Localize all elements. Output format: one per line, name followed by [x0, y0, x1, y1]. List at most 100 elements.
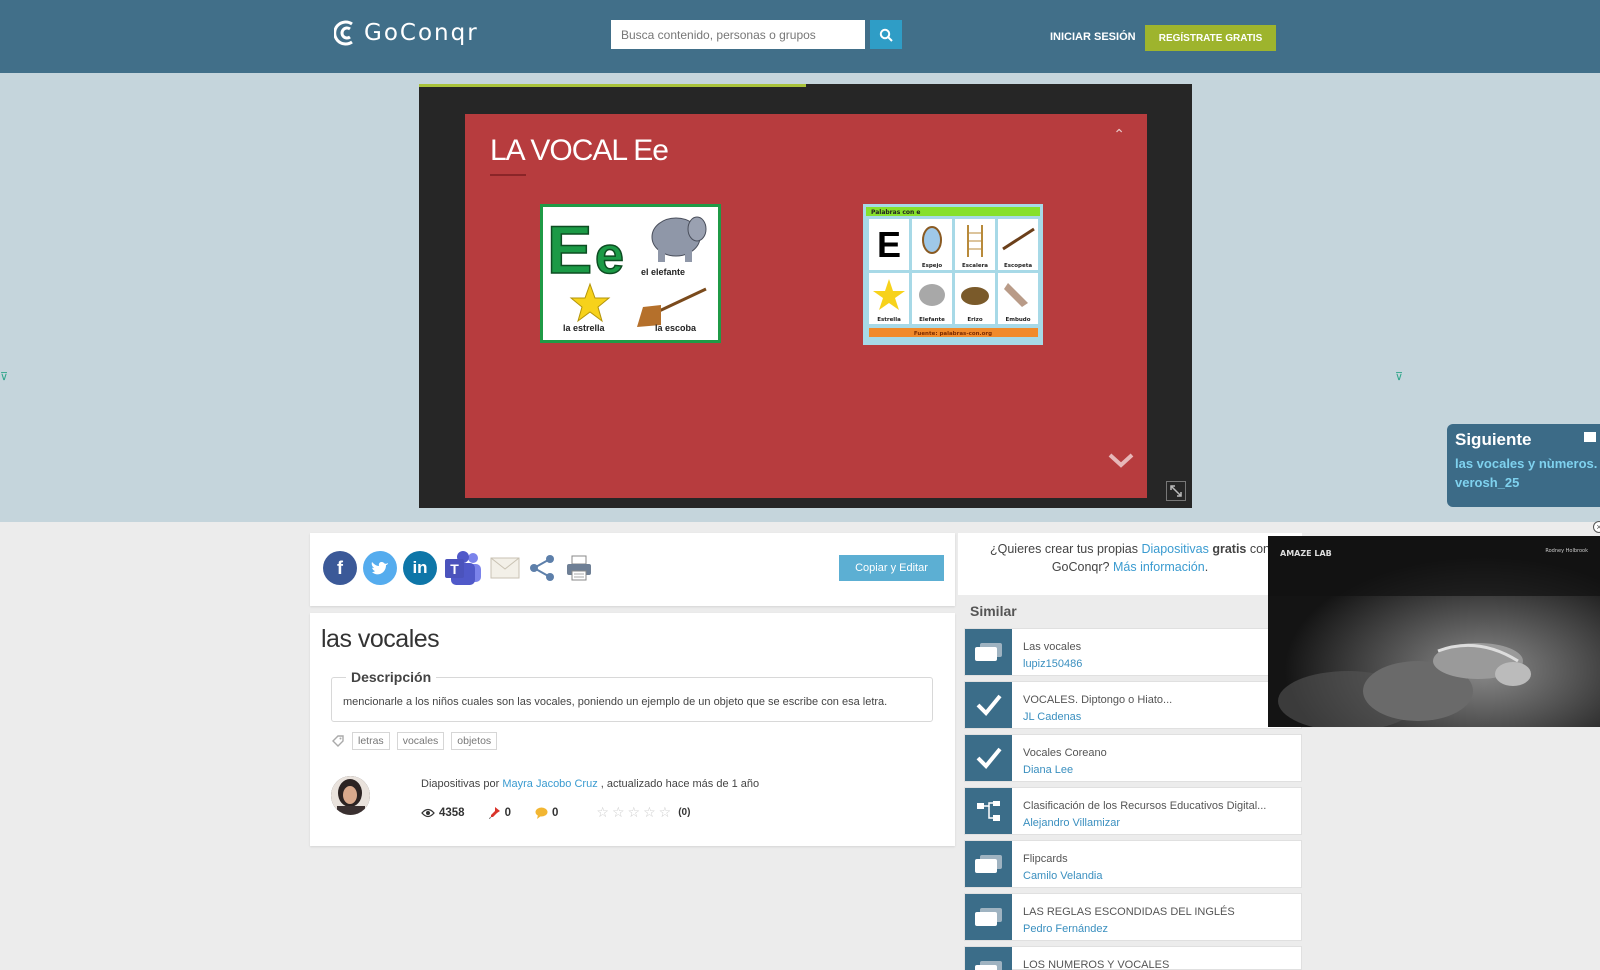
svg-text:T: T — [450, 561, 459, 577]
views-stat: 4358 — [421, 807, 465, 819]
slides-icon — [965, 947, 1012, 970]
similar-item[interactable]: Clasificación de los Recursos Educativos… — [964, 787, 1302, 835]
svg-text:e: e — [595, 227, 624, 285]
goconqr-logo[interactable]: GoConqr — [334, 18, 479, 48]
slide-progress-bar — [419, 84, 806, 87]
star-icon[interactable]: ☆ — [596, 804, 609, 821]
svg-text:E: E — [547, 212, 592, 288]
goconqr-logo-icon — [334, 20, 353, 46]
slides-icon — [965, 841, 1012, 887]
vocal-e-illustration: E e el elefante la estrella la escoba — [543, 207, 718, 340]
next-item-link[interactable]: las vocales y nùmeros. — [1455, 456, 1597, 471]
similar-item-author[interactable]: JL Cadenas — [1023, 711, 1081, 723]
facebook-icon[interactable]: f — [323, 551, 357, 585]
resource-info-panel: las vocales Descripción mencionarle a lo… — [310, 613, 955, 846]
rating-count: (0) — [678, 807, 691, 818]
ad-brand: AMAZE LAB — [1280, 549, 1332, 558]
similar-item[interactable]: LOS NUMEROS Y VOCALES — [964, 946, 1302, 970]
linkedin-icon[interactable]: in — [403, 551, 437, 585]
copy-edit-button[interactable]: Copiar y Editar — [839, 555, 944, 581]
comments-stat: 0 — [535, 807, 558, 819]
search-input[interactable] — [611, 20, 865, 49]
author-avatar[interactable] — [331, 776, 370, 815]
right-edge-marker-icon: ⊽ — [1395, 371, 1404, 383]
logo-text: GoConqr — [364, 20, 479, 46]
tag-list: letras vocales objetos — [331, 732, 498, 750]
similar-item[interactable]: Vocales Coreano Diana Lee — [964, 734, 1302, 782]
svg-text:Escopeta: Escopeta — [1004, 263, 1032, 269]
svg-text:Escalera: Escalera — [962, 263, 988, 269]
print-icon[interactable] — [563, 551, 595, 585]
slide-up-chevron-icon[interactable]: ⌃ — [1113, 126, 1125, 143]
tag-item[interactable]: vocales — [396, 732, 445, 750]
description-text: mencionarle a los niños cuales son las v… — [343, 696, 888, 708]
signup-button[interactable]: REGÍSTRATE GRATIS — [1145, 25, 1276, 51]
similar-item-title[interactable]: LAS REGLAS ESCONDIDAS DEL INGLÉS — [1023, 906, 1235, 918]
tag-item[interactable]: letras — [352, 732, 390, 750]
similar-item-title[interactable]: Vocales Coreano — [1023, 747, 1107, 759]
slides-icon — [965, 894, 1012, 940]
star-icon[interactable]: ☆ — [628, 804, 641, 821]
similar-item-title[interactable]: Flipcards — [1023, 853, 1068, 865]
slide-viewer[interactable]: LA VOCAL Ee ⌃ E e el elefante la estrell… — [419, 84, 1192, 508]
share-icons: f in T — [323, 551, 595, 585]
share-icon[interactable] — [527, 551, 557, 585]
twitter-icon[interactable] — [363, 551, 397, 585]
similar-item-author[interactable]: Pedro Fernández — [1023, 923, 1108, 935]
word-elefante: el elefante — [641, 267, 685, 277]
video-ad[interactable]: AMAZE LAB Rodney Holbrook — [1268, 536, 1600, 727]
similar-item-author[interactable]: Camilo Velandia — [1023, 870, 1103, 882]
star-icon[interactable]: ☆ — [659, 804, 672, 821]
expand-icon — [1170, 485, 1182, 497]
slides-icon — [965, 629, 1012, 675]
slide-title: LA VOCAL Ee — [490, 134, 669, 167]
palabras-con-e-image: Palabras con e E Espejo Escalera Escopet… — [863, 204, 1043, 345]
tag-icon — [332, 735, 344, 747]
similar-item[interactable]: Flipcards Camilo Velandia — [964, 840, 1302, 888]
promo-type-link[interactable]: Diapositivas — [1141, 542, 1208, 556]
title-underline — [490, 174, 526, 176]
slide-down-chevron-icon[interactable] — [1107, 452, 1135, 473]
similar-item-title[interactable]: Clasificación de los Recursos Educativos… — [1023, 800, 1266, 812]
similar-heading: Similar — [970, 603, 1017, 619]
similar-item-author[interactable]: lupiz150486 — [1023, 658, 1082, 670]
next-item-author[interactable]: verosh_25 — [1455, 475, 1592, 490]
rating-stars[interactable]: ☆ ☆ ☆ ☆ ☆ (0) — [596, 804, 690, 821]
resource-stats: 4358 0 0 ☆ ☆ ☆ ☆ ☆ (0) — [421, 804, 690, 821]
description-box: Descripción mencionarle a los niños cual… — [331, 669, 933, 722]
next-resource-box[interactable]: Siguiente las vocales y nùmeros. verosh_… — [1447, 424, 1600, 507]
svg-text:Elefante: Elefante — [919, 317, 945, 323]
similar-item-title[interactable]: LOS NUMEROS Y VOCALES — [1023, 959, 1169, 970]
tag-item[interactable]: objetos — [451, 732, 498, 750]
ad-video-frame: AMAZE LAB Rodney Holbrook — [1268, 536, 1600, 727]
share-panel: f in T Copiar y Editar — [310, 533, 955, 606]
search-icon — [879, 28, 893, 42]
similar-item[interactable]: VOCALES. Diptongo o Hiato... JL Cadenas — [964, 681, 1302, 729]
star-icon[interactable]: ☆ — [612, 804, 625, 821]
similar-item[interactable]: Las vocales lupiz150486 — [964, 628, 1302, 676]
pins-stat: 0 — [488, 806, 511, 819]
email-icon[interactable] — [489, 551, 521, 585]
similar-item-title[interactable]: VOCALES. Diptongo o Hiato... — [1023, 694, 1172, 706]
similar-item-author[interactable]: Alejandro Villamizar — [1023, 817, 1120, 829]
star-icon[interactable]: ☆ — [643, 804, 656, 821]
left-edge-marker-icon: ⊽ — [0, 371, 9, 383]
author-link[interactable]: Mayra Jacobo Cruz — [502, 778, 597, 790]
current-slide: LA VOCAL Ee ⌃ E e el elefante la estrell… — [465, 114, 1147, 498]
palabras-con-e-grid: Palabras con e E Espejo Escalera Escopet… — [866, 207, 1040, 337]
login-link[interactable]: INICIAR SESIÓN — [1050, 31, 1136, 43]
search-button[interactable] — [870, 20, 902, 49]
eye-icon — [421, 808, 435, 817]
grid-cell-letter: E — [877, 224, 901, 265]
similar-item-author[interactable]: Diana Lee — [1023, 764, 1073, 776]
author-meta: Diapositivas por Mayra Jacobo Cruz , act… — [421, 778, 760, 790]
next-toggle-icon[interactable] — [1584, 432, 1596, 442]
similar-item[interactable]: LAS REGLAS ESCONDIDAS DEL INGLÉS Pedro Fe… — [964, 893, 1302, 941]
teams-icon[interactable]: T — [443, 551, 483, 585]
more-info-link[interactable]: Más información — [1113, 560, 1205, 574]
ad-close-icon[interactable]: × — [1593, 521, 1600, 533]
create-promo: ¿Quieres crear tus propias Diapositivas … — [958, 533, 1302, 595]
mindmap-icon — [965, 788, 1012, 834]
similar-item-title[interactable]: Las vocales — [1023, 641, 1081, 653]
fullscreen-button[interactable] — [1166, 481, 1186, 501]
